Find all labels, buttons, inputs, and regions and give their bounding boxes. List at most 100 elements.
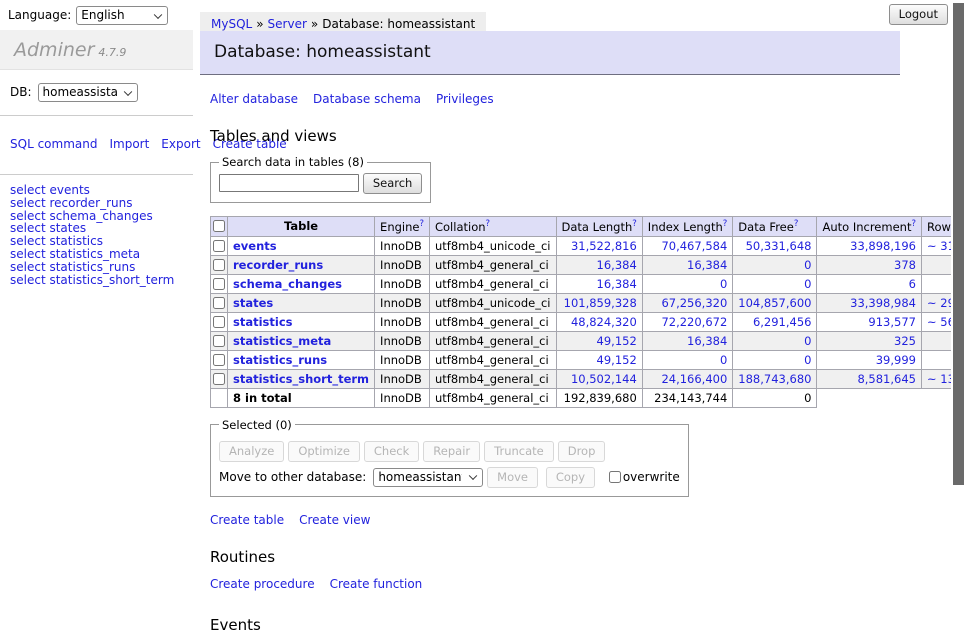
engine-cell: InnoDB	[375, 331, 430, 350]
table-row: statistics_runsInnoDButf8mb4_general_ci4…	[211, 350, 966, 369]
table-row: statisticsInnoDButf8mb4_general_ci48,824…	[211, 312, 966, 331]
row-checkbox[interactable]	[213, 297, 225, 309]
help-superscript: ?	[419, 219, 424, 229]
search-input[interactable]	[219, 174, 359, 192]
table-link[interactable]: statistics_short_term	[233, 372, 369, 386]
data-length-cell: 192,839,680	[556, 388, 642, 407]
move-button[interactable]: Move	[487, 467, 538, 488]
row-checkbox[interactable]	[213, 316, 225, 328]
row-checkbox[interactable]	[213, 354, 225, 366]
row-checkbox[interactable]	[213, 335, 225, 347]
index-length-cell: 234,143,744	[642, 388, 733, 407]
tables-heading: Tables and views	[210, 127, 900, 145]
auto-increment-cell: 8,581,645	[817, 369, 922, 388]
link-create-table[interactable]: Create table	[210, 513, 284, 527]
auto-increment-cell: 325	[817, 331, 922, 350]
check-button[interactable]: Check	[364, 441, 419, 462]
selected-fieldset: Selected (0) AnalyzeOptimizeCheckRepairT…	[210, 418, 689, 497]
copy-button[interactable]: Copy	[546, 467, 595, 488]
drop-button[interactable]: Drop	[558, 441, 606, 462]
routine-links: Create procedure Create function	[210, 577, 900, 591]
table-link[interactable]: recorder_runs	[233, 258, 323, 272]
row-checkbox[interactable]	[213, 373, 225, 385]
link-create-procedure[interactable]: Create procedure	[210, 577, 315, 591]
help-link[interactable]: ?	[632, 219, 637, 229]
column-header: Table	[228, 217, 375, 237]
data-length-cell: 101,859,328	[556, 293, 642, 312]
db-label: DB:	[10, 85, 32, 99]
table-total-row: 8 in totalInnoDButf8mb4_general_ci192,83…	[211, 388, 966, 407]
repair-button[interactable]: Repair	[423, 441, 480, 462]
data-length-cell: 16,384	[556, 255, 642, 274]
table-row: states InnoDButf8mb4_unicode_ci101,859,32…	[211, 293, 966, 312]
logout-button[interactable]: Logout	[889, 4, 948, 25]
help-link[interactable]: ?	[486, 219, 491, 229]
data-free-cell: 0	[733, 255, 817, 274]
collation-cell: utf8mb4_general_ci	[429, 388, 556, 407]
help-link[interactable]: ?	[723, 219, 728, 229]
move-db-select[interactable]: homeassistant	[373, 468, 483, 487]
auto-increment-cell: 913,577	[817, 312, 922, 331]
row-checkbox[interactable]	[213, 278, 225, 290]
overwrite-checkbox[interactable]	[609, 471, 621, 483]
truncate-button[interactable]: Truncate	[484, 441, 554, 462]
engine-cell: InnoDB	[375, 312, 430, 331]
engine-cell: InnoDB	[375, 255, 430, 274]
table-row: recorder_runsInnoDButf8mb4_general_ci16,…	[211, 255, 966, 274]
sidebar-links: SQL commandImportExportCreate table	[0, 128, 180, 162]
collation-cell: utf8mb4_unicode_ci	[429, 293, 556, 312]
language-select[interactable]: English	[76, 6, 168, 25]
table-link[interactable]: statistics	[233, 315, 293, 329]
link-alter-database[interactable]: Alter database	[210, 92, 298, 106]
engine-cell: InnoDB	[375, 274, 430, 293]
collation-cell: utf8mb4_general_ci	[429, 312, 556, 331]
help-link[interactable]: ?	[911, 219, 916, 229]
table-header-row: TableEngine?Collation?Data Length?Index …	[211, 217, 966, 237]
sidebar-link-sql-command[interactable]: SQL command	[10, 137, 97, 151]
engine-cell: InnoDB	[375, 293, 430, 312]
link-privileges[interactable]: Privileges	[436, 92, 494, 106]
data-length-cell: 49,152	[556, 331, 642, 350]
db-select[interactable]: homeassistant	[38, 83, 138, 102]
help-link[interactable]: ?	[419, 219, 424, 229]
table-link[interactable]: states	[233, 296, 273, 310]
scrollbar-thumb[interactable]	[953, 3, 964, 485]
table-row: statistics_short_termInnoDButf8mb4_gener…	[211, 369, 966, 388]
analyze-button[interactable]: Analyze	[219, 441, 284, 462]
engine-cell: InnoDB	[375, 350, 430, 369]
help-superscript: ?	[794, 219, 799, 229]
table-link[interactable]: statistics_meta	[233, 334, 331, 348]
column-header: Data Free?	[733, 217, 817, 237]
data-free-cell: 0	[733, 350, 817, 369]
vertical-scrollbar[interactable]	[951, 0, 966, 543]
row-checkbox[interactable]	[213, 240, 225, 252]
app-logo: Adminer4.7.9	[0, 30, 193, 70]
total-label: 8 in total	[228, 388, 375, 407]
sidebar-link-export[interactable]: Export	[161, 137, 200, 151]
search-button[interactable]: Search	[363, 173, 423, 194]
sidebar-link-import[interactable]: Import	[109, 137, 149, 151]
overwrite-label: overwrite	[623, 470, 680, 484]
help-superscript: ?	[723, 219, 728, 229]
empty-cell	[817, 388, 966, 407]
column-header: Index Length?	[642, 217, 733, 237]
data-length-cell: 31,522,816	[556, 236, 642, 255]
help-link[interactable]: ?	[794, 219, 799, 229]
sidebar-select-link[interactable]: select statistics_short_term	[10, 273, 174, 287]
column-header: Collation?	[429, 217, 556, 237]
auto-increment-cell: 33,398,984	[817, 293, 922, 312]
table-link[interactable]: events	[233, 239, 277, 253]
auto-increment-cell: 6	[817, 274, 922, 293]
table-link[interactable]: statistics_runs	[233, 353, 327, 367]
table-row: statistics_metaInnoDButf8mb4_general_ci4…	[211, 331, 966, 350]
link-database-schema[interactable]: Database schema	[313, 92, 421, 106]
move-label: Move to other database:	[219, 470, 366, 484]
table-link[interactable]: schema_changes	[233, 277, 342, 291]
auto-increment-cell: 33,898,196	[817, 236, 922, 255]
optimize-button[interactable]: Optimize	[288, 441, 360, 462]
link-create-view[interactable]: Create view	[299, 513, 370, 527]
routines-heading: Routines	[210, 548, 900, 566]
row-checkbox[interactable]	[213, 259, 225, 271]
link-create-function[interactable]: Create function	[330, 577, 423, 591]
select-all-checkbox[interactable]	[213, 220, 225, 232]
